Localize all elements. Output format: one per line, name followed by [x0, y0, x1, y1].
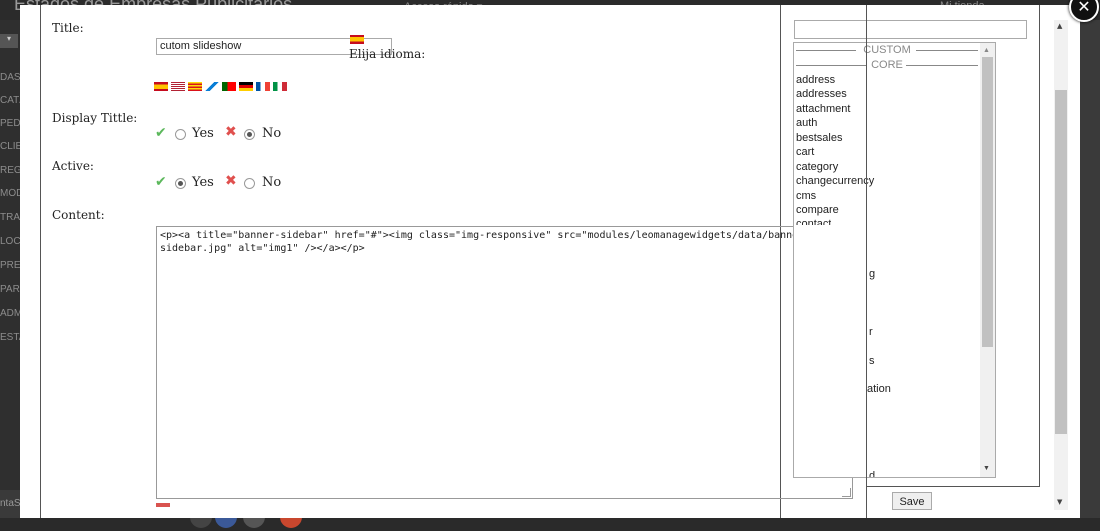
hook-item[interactable]: cart	[796, 145, 814, 159]
flag-ca-icon[interactable]	[188, 82, 202, 91]
hook-item[interactable]: changecurrency	[796, 174, 874, 188]
content-label: Content:	[52, 208, 105, 222]
form-left-border	[40, 5, 41, 518]
language-select-label: Elija idioma:	[349, 47, 426, 61]
scroll-up-icon[interactable]: ▲	[983, 47, 990, 54]
divider	[796, 65, 866, 66]
sidebar-item: PREF	[0, 260, 20, 271]
active-yes-radio[interactable]	[175, 178, 186, 189]
active-yes-label: Yes	[192, 175, 214, 190]
sidebar-item: PARA	[0, 284, 20, 295]
hook-item-fragment: r	[869, 326, 873, 338]
cross-icon: ✖	[225, 173, 237, 189]
divider	[796, 50, 856, 51]
sidebar-item: ADMI	[0, 308, 20, 319]
hook-group-core: CORE	[794, 58, 980, 72]
hook-item-fragment: ation	[867, 383, 891, 395]
hook-item[interactable]: category	[796, 160, 838, 174]
background-sidebar: ▾ DASH CATÁ PEDI CLIEN REGL MÓD TRAN LOC…	[0, 20, 20, 490]
sidebar-item: ESTA	[0, 332, 20, 343]
hook-item-fragment: d	[869, 470, 876, 478]
check-icon: ✔	[155, 125, 167, 141]
hook-item[interactable]: attachment	[796, 102, 850, 116]
hook-item[interactable]: contact	[796, 217, 831, 225]
flag-pt-icon[interactable]	[222, 82, 236, 91]
flag-it-icon[interactable]	[273, 82, 287, 91]
hook-list-scrollbar[interactable]: ▲ ▼	[980, 43, 995, 477]
scroll-thumb[interactable]	[982, 57, 993, 347]
sidebar-item: CATÁ	[0, 95, 20, 106]
display-title-yes-label: Yes	[192, 126, 214, 141]
content-textarea[interactable]: <p><a title="banner-sidebar" href="#"><i…	[156, 226, 853, 499]
flag-fr-icon[interactable]	[256, 82, 270, 91]
footer-text: ntaS	[0, 498, 21, 509]
panel-divider	[866, 5, 867, 518]
divider	[916, 50, 978, 51]
save-button[interactable]: Save	[892, 492, 932, 510]
hook-item-fragment: g	[869, 268, 876, 280]
active-no-label: No	[262, 175, 282, 190]
sidebar-item: MÓD	[0, 188, 20, 199]
flag-es-icon[interactable]	[154, 82, 168, 91]
hook-item-fragment: s	[869, 355, 875, 367]
hook-item[interactable]: auth	[796, 116, 817, 130]
hook-group-label: CORE	[871, 59, 903, 71]
scroll-up-icon[interactable]: ▲	[1057, 22, 1062, 30]
hook-item[interactable]: cms	[796, 189, 816, 203]
flag-us-icon[interactable]	[171, 82, 185, 91]
background-footer: ntaS	[0, 498, 1100, 531]
sidebar-item: REGL	[0, 165, 20, 176]
display-title-no-label: No	[262, 126, 282, 141]
scroll-down-icon[interactable]: ▼	[983, 465, 990, 472]
flag-es-icon[interactable]	[350, 35, 364, 44]
scroll-down-icon[interactable]: ▼	[1057, 498, 1062, 506]
active-no-radio[interactable]	[244, 178, 255, 189]
hook-list[interactable]: CUSTOM CORE address addresses attachment…	[793, 42, 996, 478]
flag-marker	[156, 503, 170, 507]
cross-icon: ✖	[225, 124, 237, 140]
content-text: <p><a title="banner-sidebar" href="#"><i…	[160, 230, 811, 254]
sidebar-item: PEDI	[0, 118, 20, 129]
sidebar-item: LOCA	[0, 236, 20, 247]
hook-group-label: CUSTOM	[863, 44, 911, 56]
flag-de-icon[interactable]	[239, 82, 253, 91]
scroll-thumb[interactable]	[1055, 90, 1067, 434]
hook-item[interactable]: address	[796, 73, 835, 87]
display-title-no-radio[interactable]	[244, 129, 255, 140]
hook-search-input[interactable]	[794, 20, 1027, 39]
divider	[906, 65, 978, 66]
title-label: Title:	[52, 21, 84, 35]
sidebar-toggle: ▾	[0, 34, 18, 48]
sidebar-item: DASH	[0, 72, 20, 83]
flag-gl-icon[interactable]	[205, 82, 219, 91]
hook-group-custom: CUSTOM	[794, 43, 980, 57]
active-label: Active:	[52, 159, 94, 173]
display-title-yes-radio[interactable]	[175, 129, 186, 140]
resize-handle[interactable]	[842, 488, 851, 497]
widget-edit-modal: Title: cutom slideshow Elija idioma: Dis…	[20, 5, 1080, 518]
hook-item[interactable]: bestsales	[796, 131, 842, 145]
panel-right-border	[1039, 5, 1040, 486]
sidebar-item: CLIEN	[0, 141, 20, 152]
display-title-label: Display Tittle:	[52, 111, 138, 125]
check-icon: ✔	[155, 174, 167, 190]
modal-scrollbar[interactable]: ▲ ▼	[1054, 20, 1068, 510]
panel-bottom-border	[866, 486, 1040, 487]
hook-item[interactable]: addresses	[796, 87, 847, 101]
hook-item[interactable]: compare	[796, 203, 839, 217]
sidebar-item: TRAN	[0, 212, 20, 223]
